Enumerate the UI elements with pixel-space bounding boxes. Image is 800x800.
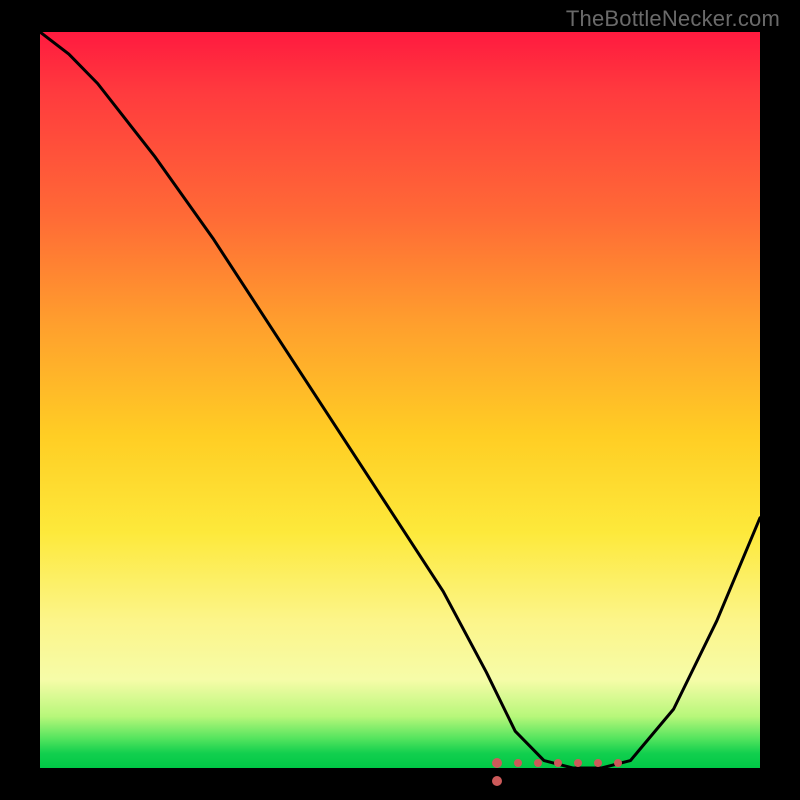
valley-dot [554,759,562,767]
valley-dot [492,776,502,786]
valley-dot [594,759,602,767]
plot-area [40,32,760,768]
valley-dot [534,759,542,767]
valley-dot [514,759,522,767]
curve-path [40,32,760,768]
optimal-range-marker [492,754,632,764]
valley-dot [614,759,622,767]
bottleneck-curve [40,32,760,768]
watermark-text: TheBottleNecker.com [566,6,780,32]
valley-dot [574,759,582,767]
valley-dot [492,758,502,768]
chart-stage: TheBottleNecker.com [0,0,800,800]
